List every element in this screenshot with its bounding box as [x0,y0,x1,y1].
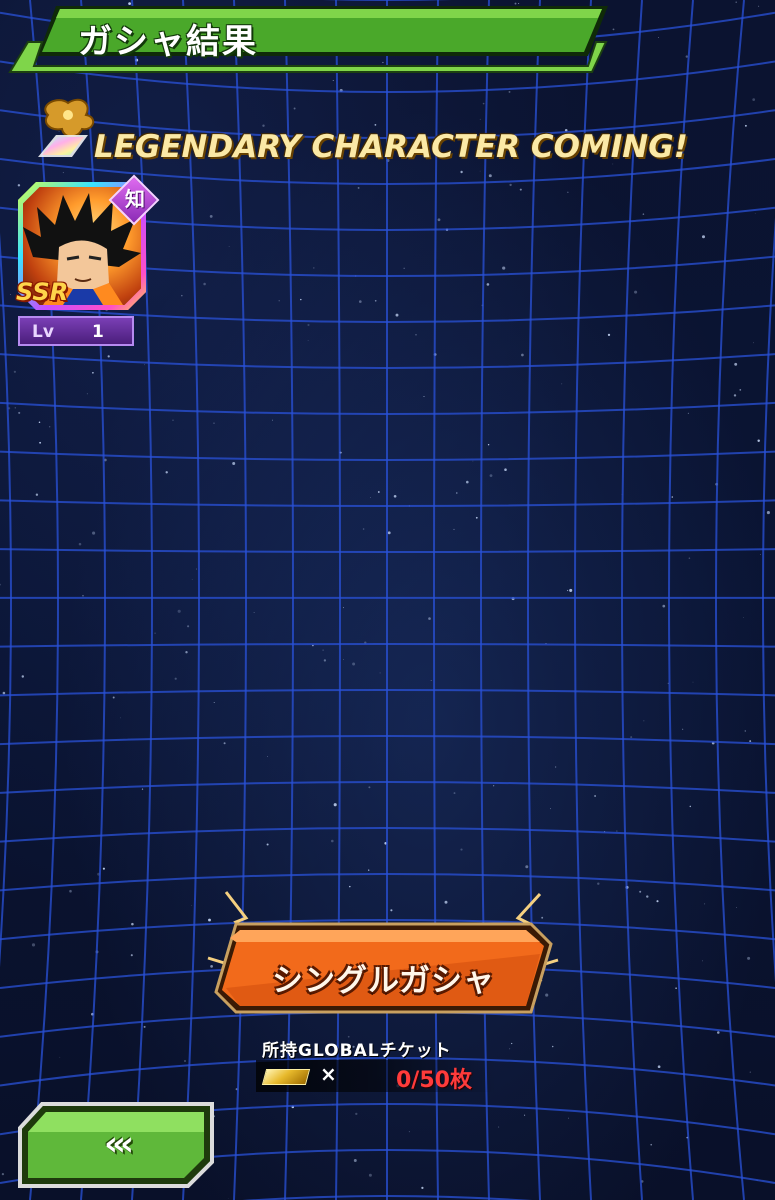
back-arrows-icon: ‹‹‹ [103,1124,134,1164]
ticket-multiplier: × [320,1062,337,1086]
legendary-banner: LEGENDARY CHARACTER COMING! [28,95,768,175]
header-banner: ガシャ結果 [8,4,608,74]
type-badge-label: 知 [125,187,145,211]
level-label: Lv [32,322,54,342]
rarity-badge: SSR [16,278,69,306]
level-bar: Lv 1 [18,316,134,346]
legendary-banner-text: LEGENDARY CHARACTER COMING! [94,129,688,165]
single-gacha-label: シングルガシャ [271,963,496,999]
back-button[interactable]: ‹‹‹ [16,1102,216,1188]
ticket-row: × 0/50枚 [256,1060,496,1093]
ticket-count: 0/50枚 [396,1068,472,1093]
page-title: ガシャ結果 [78,22,258,62]
character-card[interactable]: 知 SSR Lv 1 [14,174,160,350]
single-gacha-button[interactable]: シングルガシャ [206,888,561,1040]
level-value: 1 [92,322,104,342]
ticket-title: 所持GLOBALチケット [262,1041,452,1061]
ticket-icon [261,1069,311,1085]
